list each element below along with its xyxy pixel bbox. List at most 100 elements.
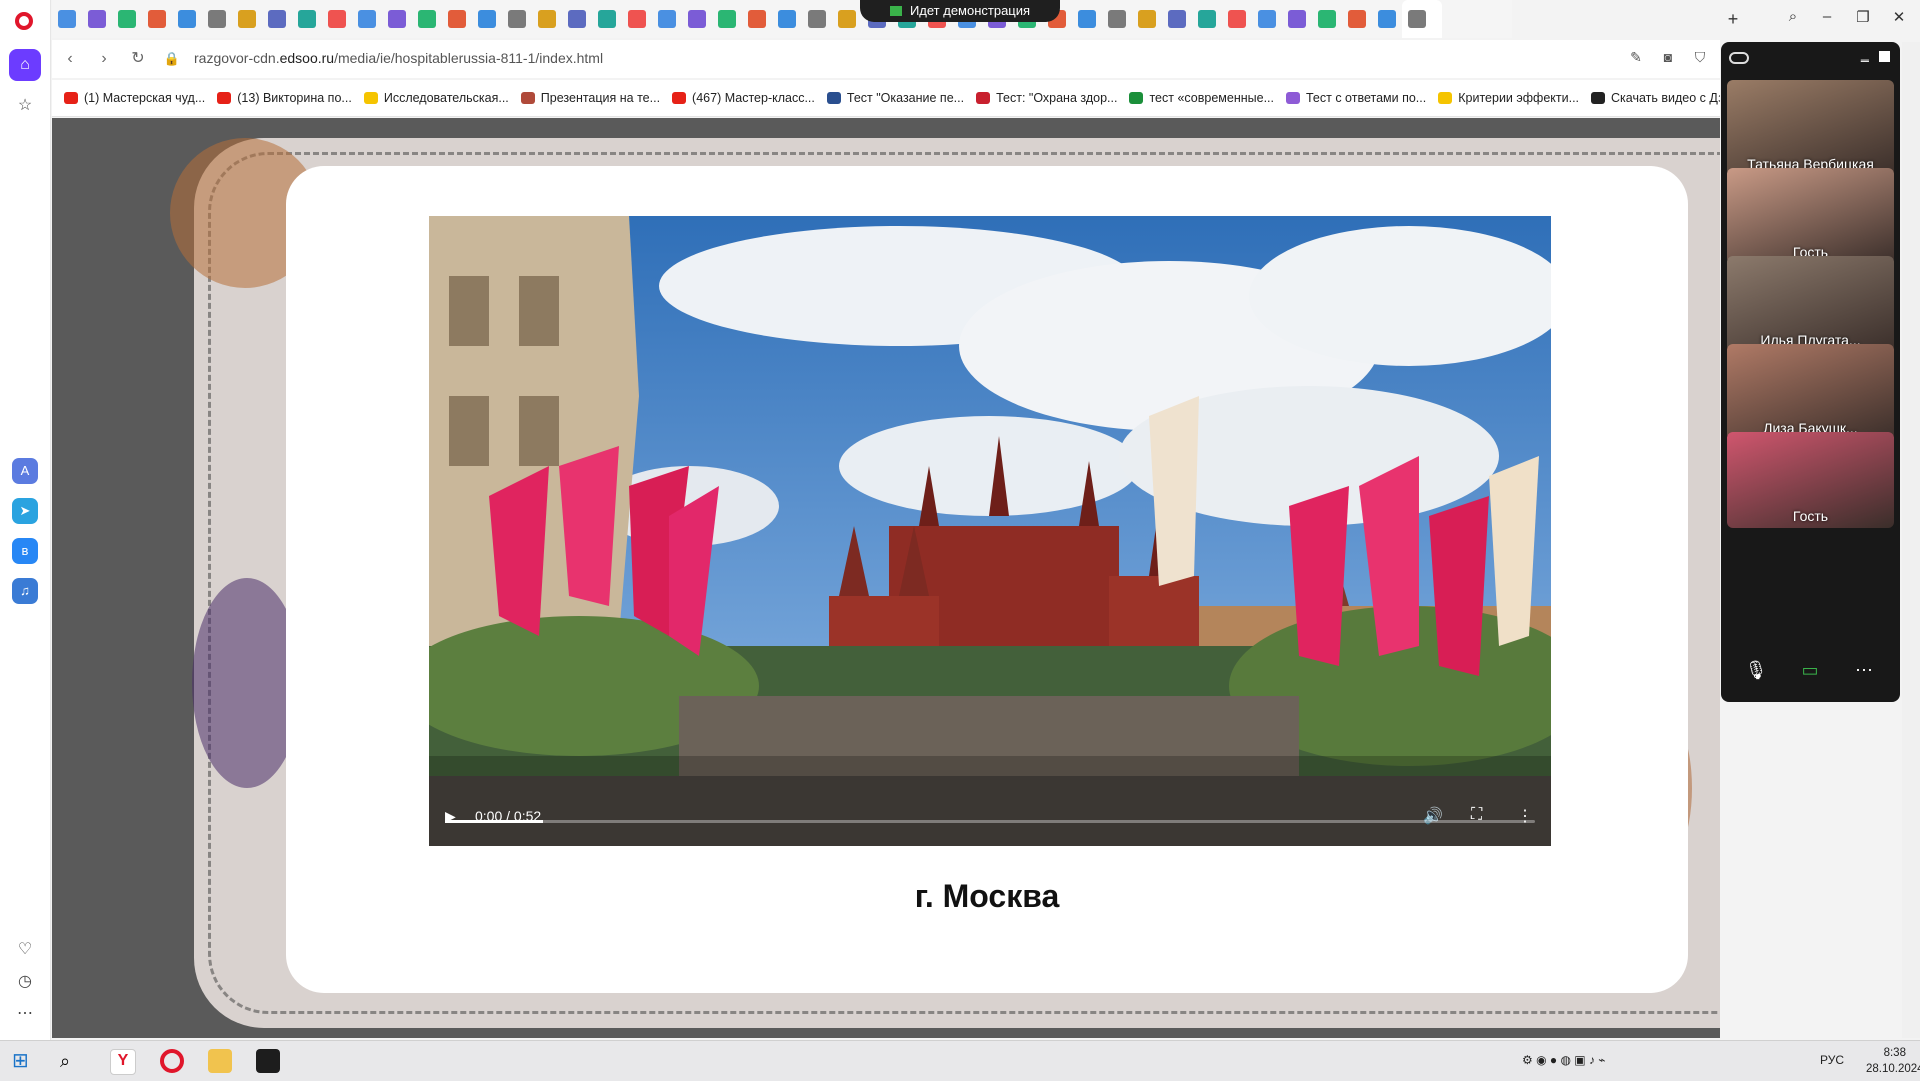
more-icon[interactable]: ⋯ — [13, 1002, 37, 1026]
snapshot-camera-icon[interactable]: ◙ — [1658, 49, 1678, 69]
browser-tab[interactable] — [1192, 0, 1222, 38]
scrollbar[interactable] — [1902, 42, 1920, 1038]
browser-tab[interactable] — [172, 0, 202, 38]
browser-tab[interactable] — [1312, 0, 1342, 38]
screen-share-button[interactable]: ▭ — [1795, 660, 1825, 681]
minimize-panel-button[interactable]: ‗ — [1861, 46, 1869, 62]
browser-tab[interactable] — [1252, 0, 1282, 38]
forward-button[interactable]: › — [94, 49, 114, 69]
reload-button[interactable]: ↻ — [128, 49, 148, 69]
browser-tab[interactable] — [532, 0, 562, 38]
browser-tab[interactable] — [1162, 0, 1192, 38]
new-tab-button[interactable]: + — [1722, 8, 1744, 30]
bookmark-item[interactable]: Тест "Оказание пе... — [826, 80, 964, 116]
volume-icon[interactable]: 🔊 — [1423, 806, 1443, 826]
browser-tab[interactable] — [322, 0, 352, 38]
browser-tab[interactable] — [382, 0, 412, 38]
browser-tab[interactable] — [502, 0, 532, 38]
tray-icons[interactable]: ⚙ ◉ ● ◍ ▣ ♪ ⌁ — [1522, 1053, 1606, 1067]
minimize-button[interactable]: – — [1816, 8, 1838, 25]
mute-microphone-icon[interactable]: 🎙 — [1741, 660, 1771, 681]
home-button[interactable]: ⌂ — [9, 49, 41, 81]
opera-taskbar-icon[interactable] — [160, 1049, 184, 1073]
expand-panel-button[interactable] — [1879, 51, 1890, 62]
browser-tab[interactable] — [412, 0, 442, 38]
bookmark-item[interactable]: (13) Викторина по... — [217, 80, 352, 116]
browser-tab[interactable] — [112, 0, 142, 38]
bookmark-item[interactable]: Тест с ответами по... — [1286, 80, 1426, 116]
browser-tab[interactable] — [1222, 0, 1252, 38]
browser-tab[interactable] — [1342, 0, 1372, 38]
aria-icon[interactable]: A — [12, 458, 38, 484]
vk-icon[interactable]: в — [12, 538, 38, 564]
browser-tab[interactable] — [472, 0, 502, 38]
browser-tab[interactable] — [622, 0, 652, 38]
browser-tab[interactable] — [712, 0, 742, 38]
participant-tile[interactable]: Илья Плугата... — [1727, 256, 1894, 352]
more-options-icon[interactable]: ⋮ — [1517, 806, 1533, 826]
browser-tab[interactable] — [292, 0, 322, 38]
browser-tab[interactable] — [1132, 0, 1162, 38]
browser-tab[interactable] — [592, 0, 622, 38]
browser-tab[interactable] — [1372, 0, 1402, 38]
browser-tab[interactable] — [1102, 0, 1132, 38]
tab-favicon-icon — [388, 10, 406, 28]
edit-page-icon[interactable]: ✎ — [1626, 49, 1646, 69]
browser-tab[interactable] — [1282, 0, 1312, 38]
participant-tile[interactable]: Гость — [1727, 168, 1894, 264]
browser-tab[interactable] — [352, 0, 382, 38]
close-window-button[interactable]: ✕ — [1888, 8, 1910, 26]
browser-tab[interactable] — [562, 0, 592, 38]
clock[interactable]: 8:38 28.10.2024 — [1866, 1045, 1920, 1077]
shield-icon[interactable]: ⛉ — [1690, 49, 1710, 69]
video-progress-bar[interactable] — [445, 820, 1535, 823]
browser-tab[interactable] — [1072, 0, 1102, 38]
bookmark-item[interactable]: (467) Мастер-класс... — [672, 80, 815, 116]
browser-tab[interactable] — [202, 0, 232, 38]
call-more-button[interactable]: ⋯ — [1849, 660, 1879, 681]
participant-tile[interactable]: Лиза Бакушк... — [1727, 344, 1894, 440]
back-button[interactable]: ‹ — [60, 49, 80, 69]
restore-button[interactable]: ❐ — [1852, 8, 1874, 26]
video-player[interactable]: ▶ 0:00 / 0:52 🔊 ⛶ ⋮ — [429, 216, 1551, 846]
yandex-browser-icon[interactable]: Y — [110, 1049, 136, 1075]
bookmark-item[interactable]: Тест: "Охрана здор... — [976, 80, 1117, 116]
browser-tab[interactable] — [442, 0, 472, 38]
browser-tab[interactable] — [832, 0, 862, 38]
bookmark-item[interactable]: Исследовательская... — [363, 80, 509, 116]
file-explorer-icon[interactable] — [208, 1049, 232, 1073]
browser-tab[interactable] — [772, 0, 802, 38]
participant-tile[interactable]: Гость — [1727, 432, 1894, 528]
browser-tab[interactable] — [262, 0, 292, 38]
browser-tab[interactable] — [742, 0, 772, 38]
favorites-heart-icon[interactable]: ♡ — [13, 938, 37, 962]
browser-tab[interactable] — [652, 0, 682, 38]
participant-tile[interactable]: Татьяна Вербицкая — [1727, 80, 1894, 176]
browser-tab[interactable] — [802, 0, 832, 38]
windows-start-icon[interactable]: ⊞ — [12, 1049, 36, 1073]
bookmark-item[interactable]: тест «современные... — [1129, 80, 1274, 116]
url-field[interactable]: razgovor-cdn.edsoo.ru/media/ie/hospitabl… — [194, 50, 603, 66]
browser-tab[interactable] — [1402, 0, 1442, 38]
pinboard-icon[interactable]: ☆ — [13, 94, 37, 118]
bookmark-item[interactable]: Скачать видео с Дз... — [1591, 80, 1720, 116]
lock-icon: 🔒 — [163, 51, 181, 66]
search-tabs-icon[interactable]: ⌕ — [1782, 8, 1804, 25]
music-player-icon[interactable]: ♫ — [12, 578, 38, 604]
browser-tab[interactable] — [82, 0, 112, 38]
browser-tab[interactable] — [52, 0, 82, 38]
bookmark-item[interactable]: Критерии эффекти... — [1438, 80, 1579, 116]
opera-logo-icon[interactable] — [15, 12, 33, 30]
bookmark-item[interactable]: Презентация на те... — [520, 80, 660, 116]
language-indicator[interactable]: РУС — [1820, 1053, 1844, 1067]
tab-favicon-icon — [1258, 10, 1276, 28]
search-icon[interactable]: ⌕ — [60, 1049, 84, 1073]
browser-tab[interactable] — [682, 0, 712, 38]
browser-tab[interactable] — [232, 0, 262, 38]
telegram-icon[interactable]: ➤ — [12, 498, 38, 524]
history-clock-icon[interactable]: ◷ — [13, 970, 37, 994]
call-app-taskbar-icon[interactable] — [256, 1049, 280, 1073]
browser-tab[interactable] — [142, 0, 172, 38]
bookmark-item[interactable]: (1) Мастерская чуд... — [64, 80, 205, 116]
tab-favicon-icon — [508, 10, 526, 28]
